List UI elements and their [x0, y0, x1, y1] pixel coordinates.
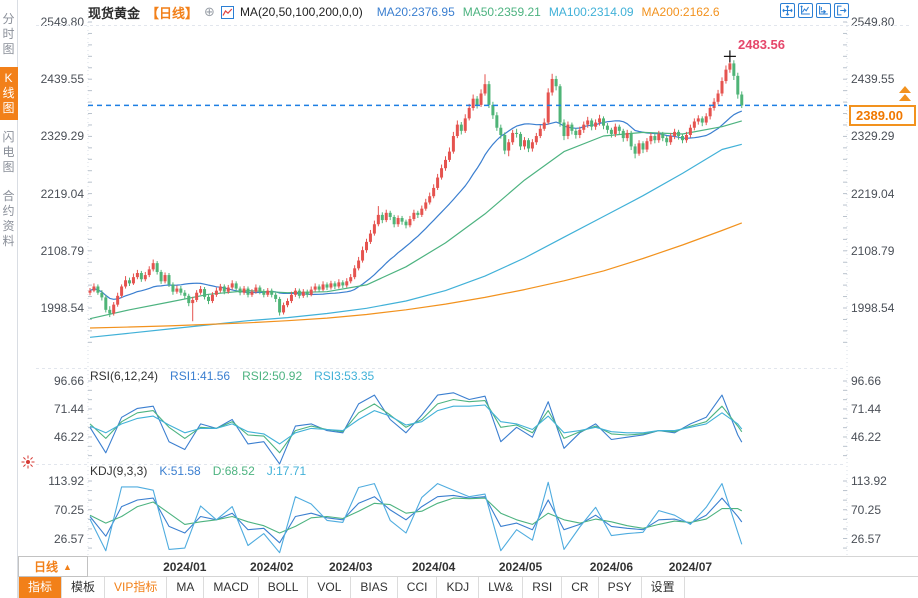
indicator-tab[interactable]: RSI: [523, 577, 563, 598]
x-axis-month-label: 2024/03: [328, 560, 373, 574]
oscillator-value-label: D:68.52: [212, 464, 255, 478]
ma-legend-values: MA20:2376.95 MA50:2359.21 MA100:2314.09 MA2…: [369, 5, 720, 19]
line-chart-icon: [220, 5, 234, 19]
x-axis-month-label: 2024/01: [163, 560, 207, 574]
kdj-legend: KDJ(9,3,3) K:51.58 D:68.52 J:17.71: [90, 464, 306, 478]
trading-app-window: 分时图K线图闪电图合约资料 现货黄金 【日线】 ⊕ MA(20,50,100,2…: [0, 0, 918, 598]
pan-axis-icon[interactable]: [816, 3, 831, 18]
oscillator-value-label: RSI1:41.56: [170, 369, 231, 383]
ma-value-label: MA100:2314.09: [548, 5, 634, 19]
ma-value-label: MA50:2359.21: [462, 5, 541, 19]
x-axis-month-label: 2024/02: [249, 560, 294, 574]
x-axis-row: [18, 556, 918, 577]
indicator-tab[interactable]: 指标: [19, 577, 63, 598]
symbol-name: 现货黄金: [88, 5, 141, 21]
oscillator-value-label: K:51.58: [159, 464, 201, 478]
x-axis-month-label: 2024/04: [411, 560, 456, 574]
triangle-up-icon: ▲: [63, 561, 72, 572]
ma-value-label: MA20:2376.95: [376, 5, 455, 19]
price-up-arrow-icon: [899, 86, 911, 102]
oscillator-value-label: J:17.71: [266, 464, 307, 478]
indicator-tab[interactable]: 设置: [642, 577, 685, 598]
indicator-tab[interactable]: 模板: [62, 577, 106, 598]
indicator-tab[interactable]: VIP指标: [105, 577, 168, 598]
indicator-tab[interactable]: VOL: [308, 577, 352, 598]
indicator-tab[interactable]: KDJ: [437, 577, 480, 598]
period-selector-label: 日线: [34, 560, 59, 574]
add-indicator-icon[interactable]: ⊕: [204, 4, 215, 20]
oscillator-value-label: RSI2:50.92: [242, 369, 303, 383]
current-price-box: 2389.00: [849, 105, 916, 126]
rsi-legend: RSI(6,12,24) RSI1:41.56 RSI2:50.92 RSI3:53…: [90, 369, 374, 383]
ma-value-label: MA200:2162.6: [641, 5, 720, 19]
indicator-tab[interactable]: MA: [167, 577, 205, 598]
oscillator-value-label: RSI3:53.35: [314, 369, 375, 383]
kdj-title: KDJ(9,3,3): [90, 464, 148, 478]
chart-header: 现货黄金 【日线】 ⊕ MA(20,50,100,200,0,0) MA20:2…: [88, 2, 720, 22]
indicator-tab[interactable]: LW&: [479, 577, 524, 598]
indicator-tab[interactable]: BIAS: [351, 577, 398, 598]
exit-right-icon[interactable]: [834, 3, 849, 18]
period-tag: 【日线】: [146, 5, 199, 21]
chart-canvas[interactable]: [0, 0, 918, 598]
indicator-tab-bar: 指标 模板 VIP指标 MA MACD BOLL VOL BIAS CCI KDJ LW& RSI CR…: [18, 577, 918, 598]
indicator-tab[interactable]: PSY: [599, 577, 642, 598]
rsi-title: RSI(6,12,24): [90, 369, 159, 383]
indicator-tab[interactable]: BOLL: [259, 577, 309, 598]
indicator-tab[interactable]: CCI: [398, 577, 438, 598]
chart-toolbar: [780, 3, 849, 18]
x-axis-month-label: 2024/07: [668, 560, 713, 574]
ma-formula: MA(20,50,100,200,0,0): [239, 5, 363, 19]
x-axis-month-label: 2024/06: [589, 560, 634, 574]
move-crosshair-icon[interactable]: [780, 3, 795, 18]
period-selector[interactable]: 日线 ▲: [18, 556, 88, 577]
zoom-axis-icon[interactable]: [798, 3, 813, 18]
indicator-tab[interactable]: CR: [562, 577, 599, 598]
indicator-tab[interactable]: MACD: [204, 577, 259, 598]
peak-price-label: 2483.56: [738, 37, 785, 52]
x-axis-month-label: 2024/05: [498, 560, 543, 574]
